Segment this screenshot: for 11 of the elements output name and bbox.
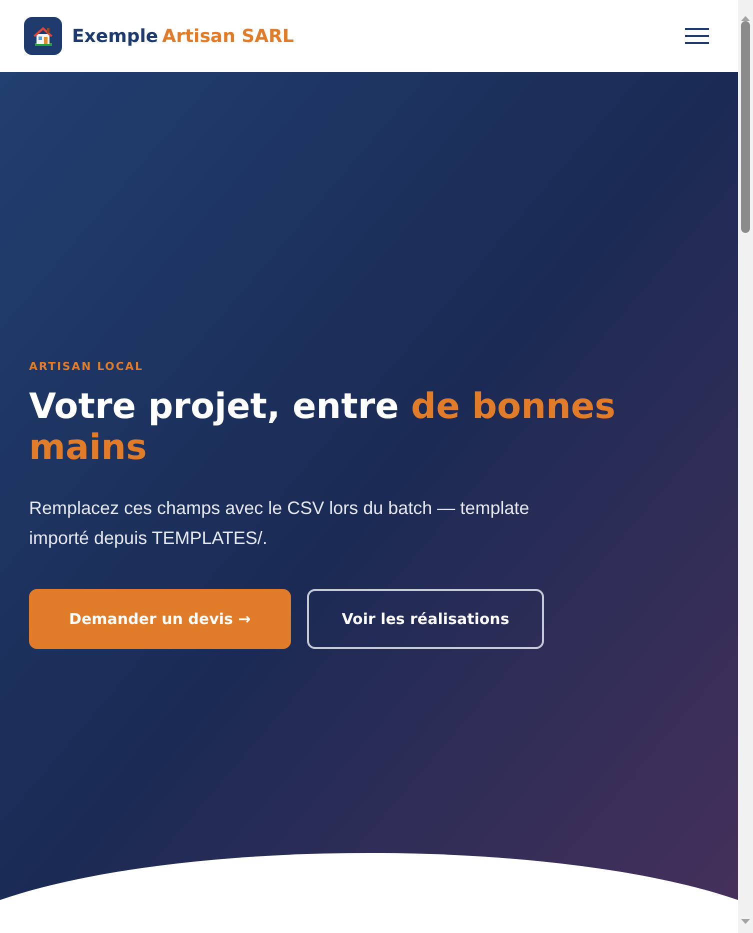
menu-button[interactable] — [685, 28, 709, 44]
house-icon — [24, 17, 62, 55]
hero-heading: Votre projet, entre de bonnes mains — [29, 387, 616, 469]
menu-icon — [685, 28, 709, 44]
scrollbar-thumb[interactable] — [741, 21, 750, 233]
hero-eyebrow: ARTISAN LOCAL — [29, 360, 144, 374]
scroll-up-arrow-icon[interactable] — [741, 16, 750, 21]
brand-link[interactable]: Exemple Artisan SARL — [24, 17, 294, 55]
portfolio-button[interactable]: Voir les réalisations — [306, 589, 544, 649]
scroll-down-arrow-icon[interactable] — [741, 919, 750, 924]
hero-description: Remplacez ces champs avec le CSV lors du batch — template importé depuis TEMPLATES/. — [29, 497, 530, 550]
